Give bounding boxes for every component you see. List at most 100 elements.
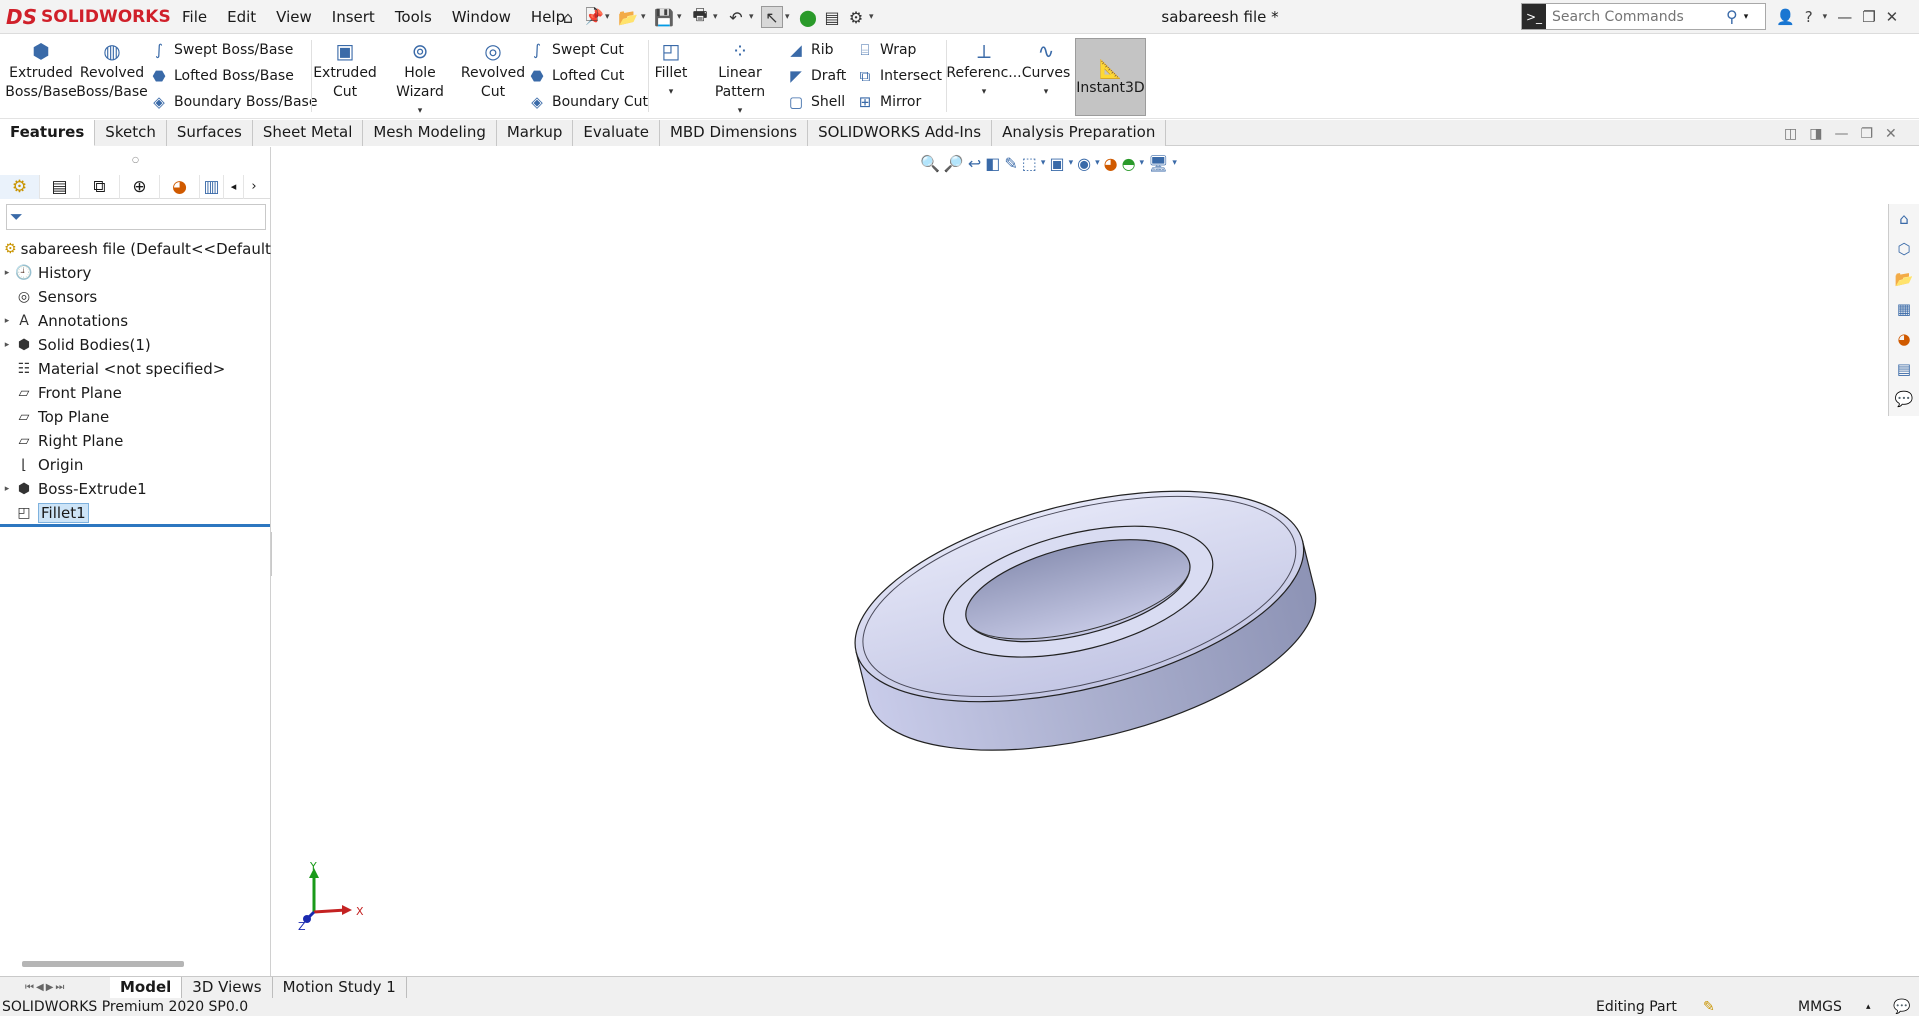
panel-splitter-handle[interactable]: ○ bbox=[132, 155, 139, 164]
open-icon[interactable]: 📂 bbox=[617, 6, 639, 28]
apply-scene-dropdown-icon[interactable]: ▾ bbox=[1140, 158, 1145, 168]
fillet-dropdown-icon[interactable]: ▾ bbox=[669, 83, 674, 102]
tab-analysis-preparation[interactable]: Analysis Preparation bbox=[992, 120, 1167, 146]
tabs-scroll-left-icon[interactable]: ◂ bbox=[224, 174, 244, 199]
hole-wizard-dropdown-icon[interactable]: ▾ bbox=[418, 102, 423, 121]
mirror-button[interactable]: ⊞ Mirror bbox=[856, 91, 942, 113]
zoom-to-area-icon[interactable]: 🔎 bbox=[944, 154, 964, 173]
linear-pattern-dropdown-icon[interactable]: ▾ bbox=[738, 102, 743, 121]
curves-dropdown-icon[interactable]: ▾ bbox=[1044, 83, 1049, 102]
menu-window[interactable]: Window bbox=[442, 8, 521, 26]
solidworks-resources-icon[interactable]: ⌂ bbox=[1893, 208, 1915, 230]
tab-motion-study-1[interactable]: Motion Study 1 bbox=[273, 976, 407, 999]
tree-item-annotations[interactable]: ▸ A Annotations bbox=[0, 309, 270, 333]
previous-view-icon[interactable]: ↩ bbox=[968, 154, 981, 173]
new-dropdown-icon[interactable]: ▾ bbox=[605, 12, 615, 22]
open-dropdown-icon[interactable]: ▾ bbox=[641, 12, 651, 22]
tab-surfaces[interactable]: Surfaces bbox=[166, 120, 253, 146]
units-dropdown-icon[interactable]: ▴ bbox=[1866, 998, 1871, 1016]
next-tab-icon[interactable]: ▶ bbox=[46, 982, 54, 993]
tabs-scroll-right-icon[interactable]: › bbox=[244, 175, 264, 199]
tree-item-front-plane[interactable]: ▱ Front Plane bbox=[0, 381, 270, 405]
print-dropdown-icon[interactable]: ▾ bbox=[713, 12, 723, 22]
forum-icon[interactable]: 💬 bbox=[1893, 388, 1915, 410]
hole-wizard-button[interactable]: ⊚ Hole Wizard ▾ bbox=[380, 38, 460, 121]
search-input[interactable] bbox=[1546, 8, 1726, 25]
help-icon[interactable]: ? bbox=[1805, 8, 1813, 26]
print-icon[interactable]: 🖶 bbox=[689, 5, 711, 28]
cam-manager-tab-icon[interactable]: ▥ bbox=[200, 174, 224, 199]
user-icon[interactable]: 👤 bbox=[1776, 8, 1795, 26]
search-icon[interactable]: ⚲ bbox=[1726, 7, 1738, 26]
tree-horizontal-scrollbar[interactable] bbox=[22, 961, 184, 967]
viewport-minimize-icon[interactable]: — bbox=[1834, 126, 1848, 142]
display-manager-tab-icon[interactable]: ◕ bbox=[160, 174, 200, 199]
tab-markup[interactable]: Markup bbox=[496, 120, 574, 146]
shell-button[interactable]: ▢ Shell bbox=[787, 91, 846, 113]
save-icon[interactable]: 💾 bbox=[653, 6, 675, 28]
linear-pattern-button[interactable]: ⁘ Linear Pattern ▾ bbox=[693, 38, 787, 121]
tree-item-sensors[interactable]: ◎ Sensors bbox=[0, 285, 270, 309]
configuration-manager-tab-icon[interactable]: ⧉ bbox=[80, 174, 120, 199]
save-dropdown-icon[interactable]: ▾ bbox=[677, 12, 687, 22]
zoom-to-fit-icon[interactable]: 🔍 bbox=[920, 154, 940, 173]
expand-arrow-icon[interactable]: ▸ bbox=[0, 316, 14, 326]
rebuild-icon[interactable]: ⬤ bbox=[797, 6, 819, 28]
viewport-restore-icon[interactable]: ❐ bbox=[1860, 126, 1873, 142]
file-properties-icon[interactable]: ▤ bbox=[821, 6, 843, 28]
tab-model[interactable]: Model bbox=[110, 976, 183, 999]
rebuild-status-icon[interactable]: ✎ bbox=[1703, 998, 1715, 1016]
file-explorer-icon[interactable]: 📂 bbox=[1893, 268, 1915, 290]
menu-view[interactable]: View bbox=[266, 8, 322, 26]
last-tab-icon[interactable]: ⏭ bbox=[55, 982, 64, 993]
undo-dropdown-icon[interactable]: ▾ bbox=[749, 12, 759, 22]
property-manager-tab-icon[interactable]: ▤ bbox=[40, 174, 80, 199]
dynamic-annotation-icon[interactable]: ✎ bbox=[1004, 154, 1017, 173]
hide-show-dropdown-icon[interactable]: ▾ bbox=[1095, 158, 1100, 168]
intersect-button[interactable]: ⧉ Intersect bbox=[856, 65, 942, 87]
feature-manager-tab-icon[interactable]: ⚙ bbox=[0, 174, 40, 199]
boundary-boss-button[interactable]: ◈ Boundary Boss/Base bbox=[150, 91, 317, 113]
revolved-cut-button[interactable]: ◎ Revolved Cut bbox=[461, 38, 525, 102]
extruded-boss-button[interactable]: ⬢ Extruded Boss/Base bbox=[5, 38, 77, 102]
tree-root-part[interactable]: ⚙ sabareesh file (Default<<Default>_D bbox=[0, 237, 303, 261]
tree-item-top-plane[interactable]: ▱ Top Plane bbox=[0, 405, 270, 429]
menu-edit[interactable]: Edit bbox=[217, 8, 266, 26]
unit-system[interactable]: MMGS bbox=[1798, 998, 1842, 1016]
prev-tab-icon[interactable]: ◀ bbox=[36, 982, 44, 993]
view-settings-icon[interactable]: 🖥 bbox=[1148, 154, 1168, 173]
tab-solidworks-addins[interactable]: SOLIDWORKS Add-Ins bbox=[808, 120, 993, 146]
fillet-button[interactable]: ◰ Fillet ▾ bbox=[652, 38, 690, 102]
menu-insert[interactable]: Insert bbox=[322, 8, 385, 26]
expand-arrow-icon[interactable]: ▸ bbox=[0, 484, 14, 494]
options-gear-icon[interactable]: ⚙ bbox=[845, 6, 867, 28]
help-dropdown-icon[interactable]: ▾ bbox=[1823, 12, 1828, 22]
custom-properties-icon[interactable]: ▤ bbox=[1893, 358, 1915, 380]
curves-button[interactable]: ∿ Curves ▾ bbox=[1020, 38, 1072, 102]
close-icon[interactable]: ✕ bbox=[1886, 8, 1899, 26]
minimize-icon[interactable]: — bbox=[1837, 8, 1852, 26]
tree-item-material-not-specified[interactable]: ☷ Material <not specified> bbox=[0, 357, 270, 381]
tab-mbd-dimensions[interactable]: MBD Dimensions bbox=[659, 120, 809, 146]
swept-cut-button[interactable]: ∫ Swept Cut bbox=[528, 39, 648, 61]
hide-show-items-icon[interactable]: ◉ bbox=[1077, 154, 1091, 173]
viewport-next-icon[interactable]: ◨ bbox=[1809, 126, 1822, 142]
expand-arrow-icon[interactable]: ▸ bbox=[0, 340, 14, 350]
apply-scene-icon[interactable]: ◓ bbox=[1122, 154, 1136, 173]
solidworks-logo[interactable]: DS SOLIDWORKS bbox=[6, 2, 171, 32]
revolved-boss-button[interactable]: ◍ Revolved Boss/Base bbox=[76, 38, 148, 102]
dimxpert-manager-tab-icon[interactable]: ⊕ bbox=[120, 174, 160, 199]
viewport-close-icon[interactable]: ✕ bbox=[1885, 126, 1897, 142]
view-orientation-dropdown-icon[interactable]: ▾ bbox=[1041, 158, 1046, 168]
select-cursor-icon[interactable]: ↖ bbox=[761, 6, 783, 28]
washer-model[interactable] bbox=[834, 452, 1337, 790]
search-dropdown-icon[interactable]: ▾ bbox=[1744, 12, 1749, 22]
view-orientation-icon[interactable]: ⬚ bbox=[1022, 154, 1037, 173]
swept-boss-button[interactable]: ∫ Swept Boss/Base bbox=[150, 39, 317, 61]
tab-mesh-modeling[interactable]: Mesh Modeling bbox=[363, 120, 497, 146]
new-document-icon[interactable]: 🗋 bbox=[581, 5, 603, 28]
design-library-icon[interactable]: ⬡ bbox=[1893, 238, 1915, 260]
restore-icon[interactable]: ❐ bbox=[1862, 8, 1875, 26]
search-commands-box[interactable]: >_ ⚲ ▾ bbox=[1521, 3, 1766, 30]
tree-item-right-plane[interactable]: ▱ Right Plane bbox=[0, 429, 270, 453]
